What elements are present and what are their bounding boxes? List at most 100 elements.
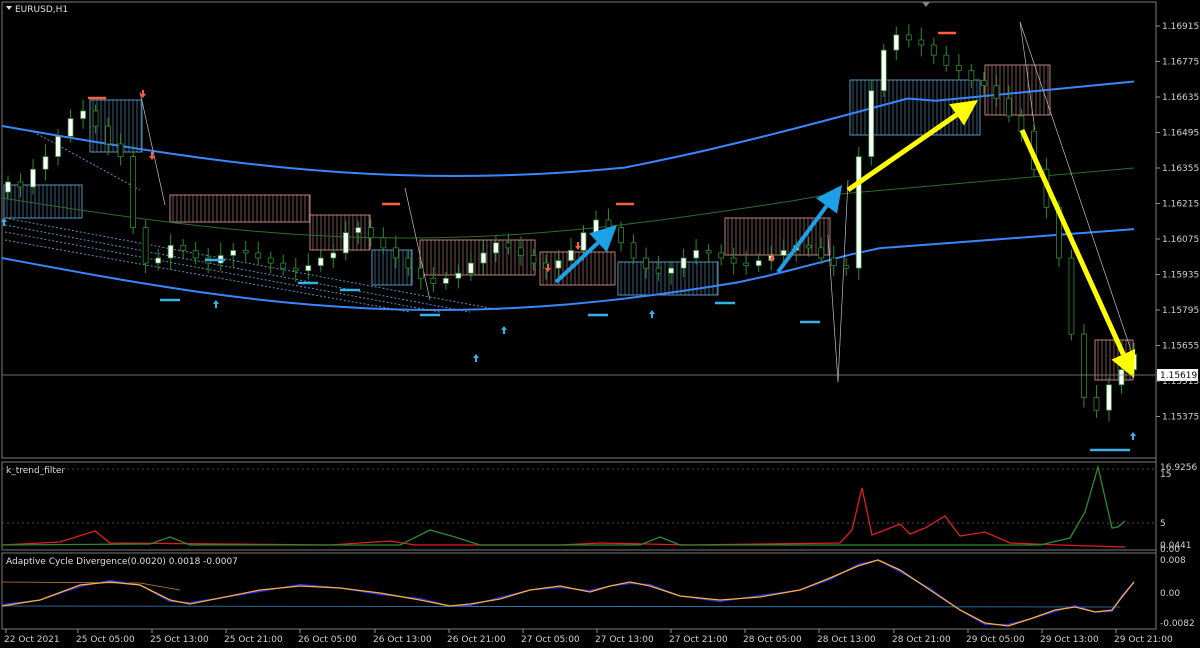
- price-scale-label: 1.15655: [1162, 342, 1199, 352]
- cycle-scale-min: -0.0082: [1160, 619, 1195, 629]
- price-scale-label: 1.15375: [1162, 413, 1199, 423]
- bull-candle: [668, 267, 674, 274]
- bear-candle: [405, 257, 412, 269]
- bull-candle: [80, 110, 86, 119]
- time-axis-label: 26 Oct 21:00: [447, 635, 506, 645]
- trend-filter-scale-5: 5: [1160, 519, 1166, 529]
- trend-filter-panel[interactable]: [1, 461, 1157, 551]
- time-axis-label: 29 Oct 05:00: [966, 635, 1025, 645]
- bull-candle: [1118, 369, 1125, 386]
- bull-candle: [55, 135, 61, 157]
- bull-candle: [568, 250, 574, 261]
- bear-candle: [417, 267, 424, 279]
- bear-candle: [367, 227, 374, 239]
- bull-candle: [5, 181, 11, 193]
- bear-candle: [930, 44, 937, 56]
- bear-candle: [392, 247, 399, 259]
- trading-chart[interactable]: EURUSD,H1 1.15619 1.169151.167751.166351…: [0, 0, 1200, 648]
- bull-candle: [355, 227, 362, 234]
- bull-candle: [780, 250, 787, 256]
- bull-candle: [42, 156, 49, 170]
- time-axis-label: 25 Oct 05:00: [76, 635, 135, 645]
- bull-candle: [317, 257, 324, 267]
- time-axis-label: 22 Oct 2021: [4, 635, 60, 645]
- bear-candle: [818, 247, 825, 259]
- bull-candle: [880, 49, 887, 92]
- bull-candle: [230, 250, 237, 256]
- bear-candle: [17, 181, 24, 188]
- bull-candle: [155, 257, 162, 264]
- bear-candle: [1081, 333, 1087, 398]
- bull-candle: [468, 262, 474, 274]
- price-scale-label: 1.16635: [1162, 93, 1199, 103]
- bear-candle: [943, 54, 950, 66]
- bear-candle: [968, 69, 975, 81]
- time-axis-label: 29 Oct 13:00: [1040, 635, 1099, 645]
- price-scale-label: 1.16915: [1162, 22, 1199, 32]
- bull-candle: [330, 252, 337, 259]
- price-scale-label: 1.15515: [1162, 377, 1199, 387]
- bear-candle: [255, 252, 262, 259]
- bull-candle: [30, 168, 36, 188]
- time-axis[interactable]: 22 Oct 2021 25 Oct 05:00 25 Oct 13:00 25 Oc…: [4, 629, 1173, 645]
- bull-candle: [305, 265, 312, 272]
- bear-candle: [292, 267, 299, 272]
- bear-candle: [618, 227, 624, 244]
- bear-candle: [105, 125, 111, 145]
- cycle-divergence-title: Adaptive Cycle Divergence(0.0020) 0.0018…: [6, 557, 238, 567]
- bear-candle: [92, 110, 99, 127]
- bear-candle: [518, 247, 524, 256]
- bear-candle: [142, 227, 149, 264]
- bear-candle: [730, 257, 737, 264]
- price-scale-label: 1.16215: [1162, 200, 1199, 210]
- price-scale[interactable]: 1.16915 1.16775 1.16635 1.16495 1.16355 1.162…: [1156, 22, 1199, 423]
- price-scale-label: 1.15935: [1162, 271, 1199, 281]
- bear-candle: [905, 34, 912, 41]
- bear-candle: [530, 255, 537, 264]
- bear-candle: [117, 143, 124, 157]
- cycle-scale-max: 0.008: [1160, 556, 1186, 566]
- trend-filter-scale-zero: 0.00: [1160, 545, 1180, 555]
- bear-candle: [605, 219, 612, 228]
- bear-candle: [705, 250, 712, 254]
- bear-candle: [180, 244, 187, 251]
- bear-candle: [1005, 97, 1012, 117]
- trend-filter-scale-15: 15: [1160, 470, 1171, 480]
- price-scale-label: 1.16775: [1162, 58, 1199, 68]
- bull-candle: [455, 272, 462, 279]
- bull-candle: [555, 260, 562, 269]
- cycle-scale-zero: 0.00: [1160, 589, 1180, 599]
- bear-candle: [980, 80, 987, 86]
- time-axis-label: 26 Oct 05:00: [298, 635, 357, 645]
- time-axis-label: 27 Oct 05:00: [521, 635, 580, 645]
- bull-candle: [67, 118, 74, 137]
- bull-candle: [868, 90, 875, 157]
- bull-candle: [342, 232, 349, 254]
- time-axis-label: 25 Oct 21:00: [224, 635, 283, 645]
- price-scale-label: 1.16075: [1162, 235, 1199, 245]
- bear-candle: [430, 277, 437, 284]
- bull-candle: [893, 34, 900, 51]
- time-axis-label: 29 Oct 21:00: [1114, 635, 1173, 645]
- bear-candle: [130, 156, 137, 228]
- main-price-panel[interactable]: [1, 1, 1157, 459]
- bear-candle: [718, 252, 725, 259]
- price-scale-label: 1.16355: [1162, 164, 1199, 174]
- time-axis-label: 27 Oct 21:00: [669, 635, 728, 645]
- bear-candle: [830, 257, 837, 267]
- bull-candle: [1106, 384, 1112, 411]
- bull-candle: [693, 250, 700, 259]
- bear-candle: [1093, 397, 1100, 411]
- time-axis-label: 28 Oct 21:00: [892, 635, 951, 645]
- time-axis-label: 25 Oct 13:00: [150, 635, 209, 645]
- bull-candle: [167, 244, 174, 259]
- bear-candle: [955, 64, 962, 71]
- trend-filter-title: k_trend_filter: [6, 466, 65, 476]
- bear-candle: [1018, 115, 1025, 132]
- bear-candle: [805, 244, 812, 249]
- bear-candle: [993, 85, 1000, 99]
- bull-candle: [493, 242, 499, 254]
- bull-candle: [480, 252, 487, 264]
- bull-candle: [755, 260, 762, 267]
- bear-candle: [1068, 257, 1075, 335]
